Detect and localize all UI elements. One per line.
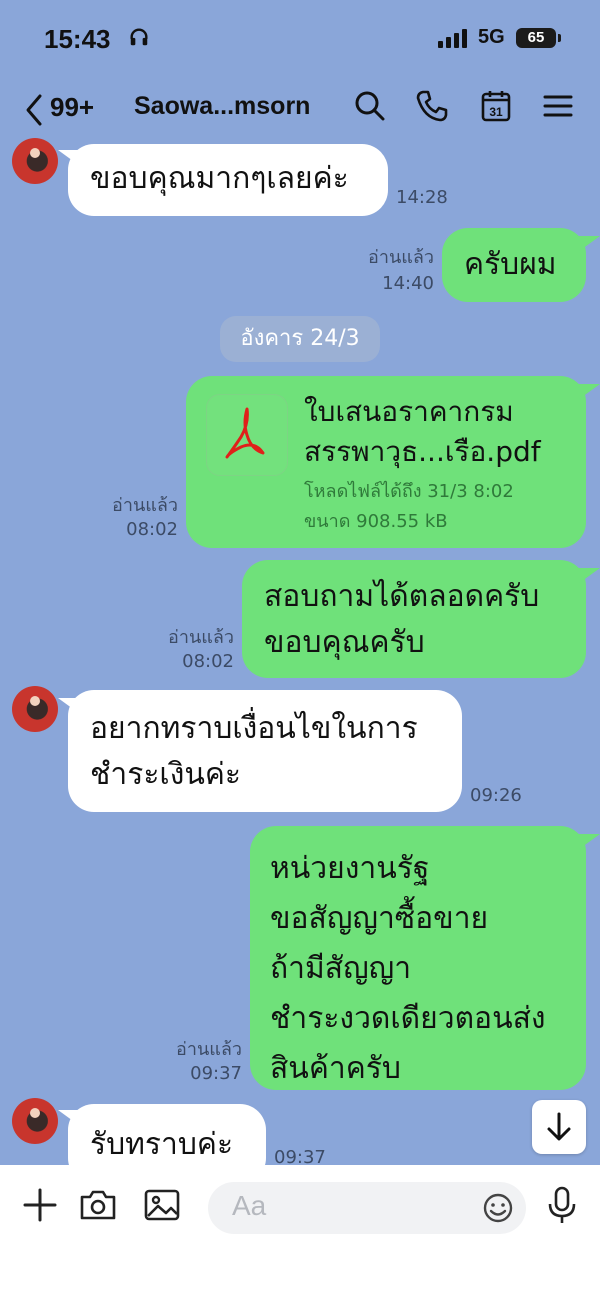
file-name: ใบเสนอราคากรม สรรพาวุธ...เรือ.pdf: [304, 395, 541, 468]
read-receipt: อ่านแล้ว: [168, 627, 234, 648]
image-icon[interactable]: [142, 1185, 182, 1225]
contact-avatar[interactable]: [12, 686, 58, 732]
input-placeholder: Aa: [232, 1190, 267, 1221]
message-bubble-incoming[interactable]: ขอบคุณมากๆเลยค่ะ: [68, 144, 388, 216]
contact-avatar[interactable]: [12, 138, 58, 184]
message-time: 09:26: [470, 785, 522, 806]
message-bubble-incoming[interactable]: อยากทราบเงื่อนไขในการ ชำระเงินค่ะ: [68, 690, 462, 812]
message-composer: Aa: [0, 1165, 600, 1297]
message-time: 09:37: [190, 1063, 242, 1084]
read-receipt: อ่านแล้ว: [368, 247, 434, 268]
signal-icon: [438, 29, 467, 48]
back-icon[interactable]: [20, 90, 50, 130]
svg-text:31: 31: [489, 105, 503, 119]
status-bar: 15:43 5G 65: [0, 0, 600, 80]
read-receipt: อ่านแล้ว: [176, 1039, 242, 1060]
pdf-file-icon: [206, 394, 288, 476]
message-bubble-outgoing[interactable]: หน่วยงานรัฐ ขอสัญญาซื้อขาย ถ้ามีสัญญา ชำ…: [250, 826, 586, 1090]
contact-avatar[interactable]: [12, 1098, 58, 1144]
chat-title[interactable]: Saowa...msorn: [134, 92, 310, 121]
plus-icon[interactable]: [20, 1185, 60, 1225]
network-type: 5G: [478, 26, 505, 48]
menu-icon[interactable]: [540, 88, 576, 124]
message-input[interactable]: Aa: [208, 1182, 526, 1234]
date-divider: อังคาร 24/3: [220, 316, 380, 362]
search-icon[interactable]: [352, 88, 388, 124]
message-text: รับทราบค่ะ: [90, 1127, 234, 1162]
read-receipt: อ่านแล้ว: [112, 495, 178, 516]
message-bubble-outgoing[interactable]: สอบถามได้ตลอดครับ ขอบคุณครับ: [242, 560, 586, 678]
message-time: 14:28: [396, 187, 448, 208]
file-expiry: โหลดไฟล์ได้ถึง 31/3 8:02: [304, 481, 514, 502]
message-text: ขอบคุณมากๆเลยค่ะ: [90, 161, 349, 196]
message-text: ครับผม: [464, 247, 557, 282]
message-time: 08:02: [126, 519, 178, 540]
file-size: ขนาด 908.55 kB: [304, 511, 448, 532]
status-time: 15:43: [44, 24, 111, 54]
unread-count[interactable]: 99+: [50, 92, 94, 123]
phone-icon[interactable]: [414, 88, 450, 124]
arrow-down-icon: [547, 1112, 571, 1141]
message-text: อยากทราบเงื่อนไขในการ ชำระเงินค่ะ: [90, 711, 418, 792]
message-text: สอบถามได้ตลอดครับ ขอบคุณครับ: [264, 579, 540, 660]
message-text: หน่วยงานรัฐ ขอสัญญาซื้อขาย ถ้ามีสัญญา ชำ…: [270, 851, 546, 1086]
chat-screen: 15:43 5G 65 99+ Saowa...msorn 31 ขอบคุณม…: [0, 0, 600, 1297]
emoji-icon[interactable]: [480, 1190, 516, 1226]
chat-header: 99+ Saowa...msorn 31: [0, 80, 600, 135]
camera-icon[interactable]: [78, 1185, 118, 1225]
headphones-icon: [130, 28, 148, 46]
scroll-to-bottom-button[interactable]: [532, 1100, 586, 1154]
message-time: 14:40: [382, 273, 434, 294]
message-bubble-outgoing[interactable]: ครับผม: [442, 228, 586, 302]
microphone-icon[interactable]: [542, 1185, 582, 1225]
battery-indicator: 65: [516, 28, 561, 48]
message-time: 08:02: [182, 651, 234, 672]
calendar-icon[interactable]: 31: [478, 88, 514, 124]
